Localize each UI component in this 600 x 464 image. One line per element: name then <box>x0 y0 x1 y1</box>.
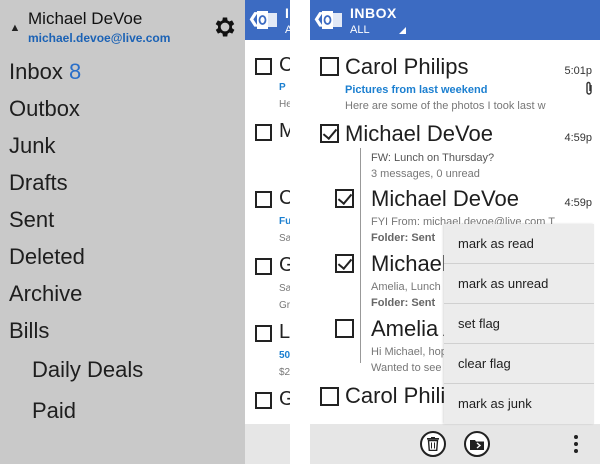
row-sender: G <box>279 254 290 276</box>
folder-deleted[interactable]: Deleted <box>9 244 85 270</box>
message-subject: Pictures from last weekend <box>345 84 488 96</box>
folder-drafts[interactable]: Drafts <box>9 170 68 196</box>
message-folder: Folder: Sent <box>371 232 436 244</box>
filter-label[interactable]: ALL <box>350 24 370 36</box>
folder-pane: ▲ Michael DeVoe michael.devoe@live.com I… <box>0 0 245 464</box>
row-checkbox[interactable] <box>255 58 272 75</box>
row-preview: He <box>279 99 290 110</box>
chevron-up-icon[interactable]: ▲ <box>9 22 21 34</box>
middle-header-title: I <box>285 5 289 21</box>
message-time: 5:01p <box>564 65 592 77</box>
middle-app-bar <box>245 424 290 464</box>
row-subject: Sa <box>279 283 290 294</box>
thread-line <box>360 148 361 363</box>
middle-message-list: ❮ I A C P He M C Fu Sa G Sa Gr L 50 $2 G <box>245 0 290 464</box>
row-preview: $2 <box>279 367 290 378</box>
context-menu: mark as read mark as unread set flag cle… <box>444 224 594 424</box>
message-preview: Hi Michael, hop <box>371 346 447 358</box>
message-sender[interactable]: Carol Philips <box>345 54 469 80</box>
message-checkbox[interactable] <box>320 124 339 143</box>
message-sender[interactable]: Michael <box>371 251 447 277</box>
unread-count: 8 <box>68 59 82 84</box>
folder-move-icon[interactable] <box>464 431 490 457</box>
message-sender[interactable]: Michael DeVoe <box>371 186 519 212</box>
row-sender: C <box>279 54 290 76</box>
more-vertical-icon[interactable] <box>573 435 579 453</box>
message-subject: FW: Lunch on Thursday? <box>371 152 495 164</box>
account-name[interactable]: Michael DeVoe <box>28 9 142 29</box>
row-checkbox[interactable] <box>255 325 272 342</box>
panel-gap <box>290 0 310 464</box>
folder-junk[interactable]: Junk <box>9 133 55 159</box>
attachment-icon <box>586 81 592 95</box>
message-time: 4:59p <box>564 132 592 144</box>
row-preview: Gr <box>279 300 290 311</box>
folder-bills[interactable]: Bills <box>9 318 49 344</box>
message-checkbox[interactable] <box>335 189 354 208</box>
folder-inbox[interactable]: Inbox 8 <box>9 59 81 85</box>
row-subject: Fu <box>279 216 290 227</box>
inbox-header: ❮ INBOX ALL <box>310 0 600 40</box>
outlook-icon <box>257 11 277 29</box>
message-checkbox[interactable] <box>335 319 354 338</box>
row-checkbox[interactable] <box>255 191 272 208</box>
row-checkbox[interactable] <box>255 124 272 141</box>
message-preview: Amelia, Lunch <box>371 281 441 293</box>
inbox-title: INBOX <box>350 5 397 21</box>
app-bar <box>310 424 600 464</box>
row-subject: P <box>279 82 286 93</box>
menu-mark-as-read[interactable]: mark as read <box>444 224 594 264</box>
message-folder: Folder: Sent <box>371 297 436 309</box>
gear-icon[interactable] <box>212 14 238 40</box>
folder-sent[interactable]: Sent <box>9 207 54 233</box>
row-checkbox[interactable] <box>255 392 272 409</box>
menu-mark-as-junk[interactable]: mark as junk <box>444 384 594 424</box>
message-time: 4:59p <box>564 197 592 209</box>
message-preview: 3 messages, 0 unread <box>371 168 480 180</box>
filter-dropdown-icon[interactable] <box>399 27 406 34</box>
trash-icon[interactable] <box>420 431 446 457</box>
message-checkbox[interactable] <box>320 57 339 76</box>
row-sender: C <box>279 187 290 209</box>
row-sender: M <box>279 120 290 142</box>
folder-daily-deals[interactable]: Daily Deals <box>32 357 143 383</box>
menu-mark-as-unread[interactable]: mark as unread <box>444 264 594 304</box>
menu-set-flag[interactable]: set flag <box>444 304 594 344</box>
menu-clear-flag[interactable]: clear flag <box>444 344 594 384</box>
message-checkbox[interactable] <box>320 387 339 406</box>
row-sender: L <box>279 321 290 343</box>
message-sender[interactable]: Michael DeVoe <box>345 121 493 147</box>
row-sender: G <box>279 388 290 410</box>
folder-paid[interactable]: Paid <box>32 398 76 424</box>
row-subject: 50 <box>279 350 290 361</box>
message-sender[interactable]: Carol Philip <box>345 383 458 409</box>
message-preview: Here are some of the photos I took last … <box>345 100 546 112</box>
middle-header: ❮ I A <box>245 0 290 40</box>
folder-outbox[interactable]: Outbox <box>9 96 80 122</box>
message-preview: Wanted to see <box>371 362 442 374</box>
row-checkbox[interactable] <box>255 258 272 275</box>
message-checkbox[interactable] <box>335 254 354 273</box>
folder-archive[interactable]: Archive <box>9 281 82 307</box>
account-email: michael.devoe@live.com <box>28 31 171 45</box>
outlook-icon <box>322 11 342 29</box>
row-preview: Sa <box>279 233 290 244</box>
